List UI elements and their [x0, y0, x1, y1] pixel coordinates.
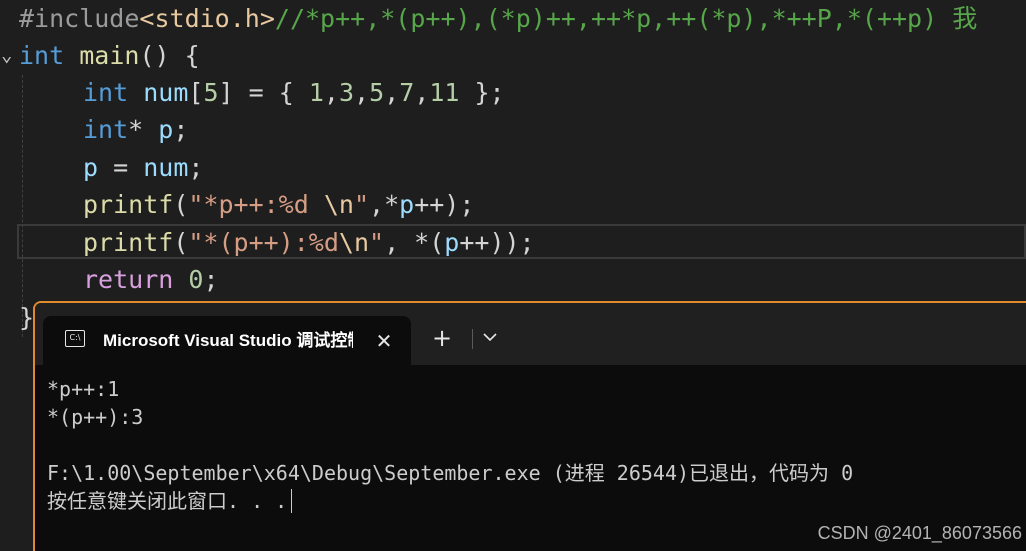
code-token: "*p++:%d — [188, 190, 324, 219]
tab-title: Microsoft Visual Studio 调试控制台 — [103, 331, 353, 350]
code-token: ; — [203, 265, 219, 294]
code-token: printf — [83, 190, 174, 219]
code-token: ] = { — [218, 78, 309, 107]
code-line-8[interactable]: return 0; — [0, 261, 219, 298]
console-prompt-text: 按任意键关闭此窗口. . . — [47, 489, 288, 513]
code-line-text: int num[5] = { 1,3,5,7,11 }; — [83, 74, 505, 111]
code-line-5[interactable]: p = num; — [0, 149, 203, 186]
text-cursor — [291, 489, 293, 513]
code-token: 5 — [369, 78, 385, 107]
tab-separator — [472, 329, 473, 349]
console-line-5: 按任意键关闭此窗口. . . — [47, 487, 293, 515]
code-token: ,* — [369, 190, 400, 219]
code-token: p — [399, 190, 415, 219]
terminal-icon: C:\ — [65, 330, 85, 347]
code-line-6[interactable]: printf("*p++:%d \n",*p++); — [0, 186, 474, 223]
console-line-1: *p++:1 — [47, 377, 120, 401]
code-token: ; — [188, 153, 204, 182]
code-line-text: #include<stdio.h>//*p++,*(p++),(*p)++,++… — [19, 0, 977, 37]
code-token: "*(p++):%d — [188, 228, 339, 257]
terminal-tab[interactable]: C:\ Microsoft Visual Studio 调试控制台 ✕ — [43, 316, 411, 365]
code-token: //*p++,*(p++),(*p)++,++*p,++(*p),*++P,*(… — [274, 4, 978, 33]
terminal-titlebar[interactable]: C:\ Microsoft Visual Studio 调试控制台 ✕ + — [35, 303, 1026, 365]
code-token: 3 — [338, 78, 354, 107]
code-token: ; — [173, 115, 189, 144]
code-line-3[interactable]: int num[5] = { 1,3,5,7,11 }; — [0, 74, 505, 111]
code-line-text: } — [19, 299, 34, 336]
code-token: , — [354, 78, 370, 107]
code-line-7[interactable]: printf("*(p++):%d\n", *(p++)); — [0, 224, 535, 261]
code-token: }; — [459, 78, 505, 107]
code-token: , — [414, 78, 430, 107]
code-token: " — [353, 190, 370, 219]
code-token: ++); — [414, 190, 475, 219]
code-token: 0 — [188, 265, 204, 294]
fold-chevron-icon[interactable]: ⌄ — [1, 37, 12, 74]
code-token: = — [98, 153, 144, 182]
code-token: p — [158, 115, 174, 144]
code-token: 11 — [429, 78, 460, 107]
code-token: ++)); — [459, 228, 535, 257]
code-token: p — [444, 228, 460, 257]
code-token: \n — [323, 190, 354, 219]
code-token: p — [83, 153, 99, 182]
code-token: int — [19, 41, 65, 70]
code-token: main — [79, 41, 140, 70]
code-token: ( — [173, 190, 189, 219]
code-line-text: p = num; — [83, 149, 203, 186]
code-token: * — [128, 115, 159, 144]
code-token: int — [83, 115, 129, 144]
code-line-text: int main() { — [19, 37, 200, 74]
code-line-4[interactable]: int* p; — [0, 111, 188, 148]
code-token: <stdio.h> — [139, 4, 275, 33]
console-line-2: *(p++):3 — [47, 405, 144, 429]
code-token: , — [323, 78, 339, 107]
new-tab-button[interactable]: + — [427, 323, 457, 353]
code-line-1[interactable]: #include<stdio.h>//*p++,*(p++),(*p)++,++… — [0, 0, 977, 37]
code-line-2[interactable]: ⌄ int main() { — [0, 37, 200, 74]
code-token: , — [384, 78, 400, 107]
code-token: num — [143, 153, 189, 182]
console-line-4: F:\1.00\September\x64\Debug\September.ex… — [47, 461, 854, 485]
code-token: 1 — [308, 78, 324, 107]
debug-console-window[interactable]: C:\ Microsoft Visual Studio 调试控制台 ✕ + *p… — [33, 301, 1026, 551]
code-line-text: printf("*(p++):%d\n", *(p++)); — [83, 224, 535, 261]
code-token: ( — [173, 228, 189, 257]
code-token: \n — [338, 228, 369, 257]
watermark: CSDN @2401_86073566 — [817, 523, 1022, 543]
code-token: printf — [83, 228, 174, 257]
code-token: , *( — [384, 228, 445, 257]
code-token: 7 — [399, 78, 415, 107]
screen: #include<stdio.h>//*p++,*(p++),(*p)++,++… — [0, 0, 1026, 551]
code-line-text: printf("*p++:%d \n",*p++); — [83, 186, 474, 223]
code-token: #include — [19, 4, 140, 33]
code-line-text: int* p; — [83, 111, 188, 148]
code-token: () { — [139, 41, 200, 70]
code-token: num — [143, 78, 189, 107]
code-token: } — [19, 303, 35, 332]
close-tab-icon[interactable]: ✕ — [369, 326, 399, 356]
code-token: " — [369, 228, 385, 257]
code-token: [ — [188, 78, 204, 107]
code-line-text: return 0; — [83, 261, 219, 298]
code-token: int — [83, 78, 129, 107]
code-token: return — [83, 265, 174, 294]
code-token: 5 — [203, 78, 219, 107]
chevron-down-icon[interactable] — [475, 323, 505, 353]
